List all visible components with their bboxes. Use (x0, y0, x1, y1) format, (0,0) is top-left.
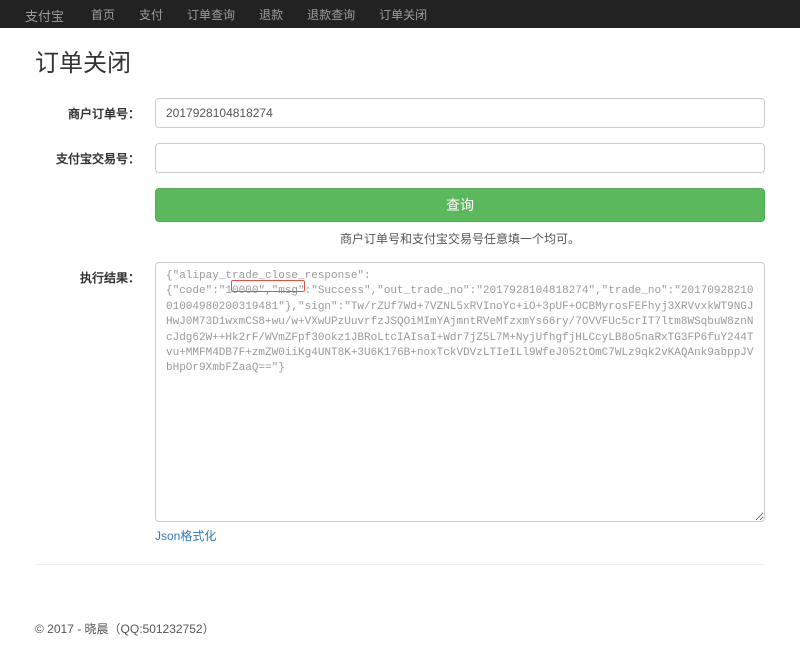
footer: © 2017 - 晓晨（QQ:501232752） (35, 605, 765, 652)
result-label: 执行结果： (35, 262, 155, 286)
footer-divider (35, 564, 765, 565)
form-hint: 商户订单号和支付宝交易号任意填一个均可。 (155, 230, 765, 247)
navbar-brand[interactable]: 支付宝 (10, 0, 79, 31)
page-title: 订单关闭 (35, 43, 765, 78)
nav-pay[interactable]: 支付 (127, 0, 175, 29)
main-container: 订单关闭 商户订单号： 支付宝交易号： 查询 商户订单号和支付宝交易号任意填一个… (20, 43, 780, 652)
nav-home[interactable]: 首页 (79, 0, 127, 29)
alipay-trade-label: 支付宝交易号： (35, 143, 155, 167)
query-button-group: 查询 商户订单号和支付宝交易号任意填一个均可。 (35, 188, 765, 247)
merchant-order-input[interactable] (155, 98, 765, 128)
json-format-link[interactable]: Json格式化 (155, 527, 216, 544)
result-textarea[interactable] (155, 262, 765, 522)
merchant-order-group: 商户订单号： (35, 98, 765, 128)
nav-order-close[interactable]: 订单关闭 (367, 0, 439, 29)
result-group: 执行结果： Json格式化 (35, 262, 765, 544)
nav-refund[interactable]: 退款 (247, 0, 295, 29)
alipay-trade-group: 支付宝交易号： (35, 143, 765, 173)
merchant-order-label: 商户订单号： (35, 98, 155, 122)
nav-order-query[interactable]: 订单查询 (175, 0, 247, 29)
empty-label-1 (35, 188, 155, 195)
footer-text: © 2017 - 晓晨（QQ:501232752） (35, 620, 765, 637)
nav-refund-query[interactable]: 退款查询 (295, 0, 367, 29)
navbar: 支付宝 首页 支付 订单查询 退款 退款查询 订单关闭 (0, 0, 800, 28)
query-button[interactable]: 查询 (155, 188, 765, 222)
nav-list: 首页 支付 订单查询 退款 退款查询 订单关闭 (79, 0, 439, 29)
alipay-trade-input[interactable] (155, 143, 765, 173)
order-close-form: 商户订单号： 支付宝交易号： 查询 商户订单号和支付宝交易号任意填一个均可。 执… (35, 98, 765, 544)
